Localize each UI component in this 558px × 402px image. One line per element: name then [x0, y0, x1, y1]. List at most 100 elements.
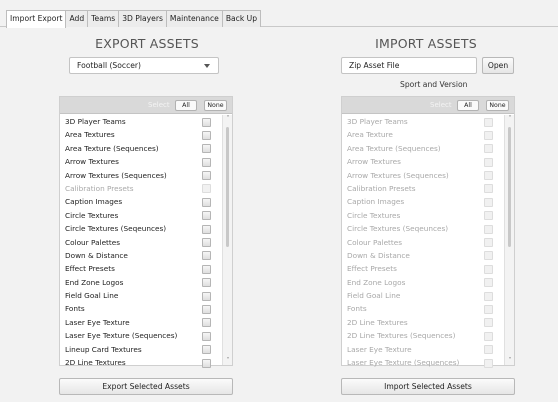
export-panel-header: Select All None [60, 97, 232, 114]
asset-label: Caption Images [347, 197, 405, 207]
export-list-item[interactable]: Circle Textures (Seqeunces) [60, 222, 222, 235]
asset-label: Down & Distance [347, 250, 410, 260]
scroll-down-icon[interactable]: ˅ [225, 358, 231, 364]
asset-checkbox[interactable] [202, 157, 211, 167]
export-select-none-button[interactable]: None [204, 100, 227, 111]
asset-checkbox[interactable] [202, 238, 211, 248]
asset-label: End Zone Logos [65, 277, 124, 287]
asset-checkbox [484, 117, 493, 127]
asset-checkbox [202, 184, 211, 194]
asset-checkbox[interactable] [202, 130, 211, 140]
asset-checkbox[interactable] [202, 358, 211, 368]
tab-teams[interactable]: Teams [87, 10, 120, 27]
tab-3d-players[interactable]: 3D Players [118, 10, 167, 27]
asset-checkbox[interactable] [202, 331, 211, 341]
import-list-item: Laser Eye Texture (Sequences) [342, 356, 504, 369]
asset-checkbox[interactable] [202, 224, 211, 234]
sport-dropdown[interactable]: Football (Soccer) [69, 57, 219, 74]
import-list-item: 2D Line Textures [342, 316, 504, 329]
import-list-item: Down & Distance [342, 249, 504, 262]
asset-label: Laser Eye Texture [347, 344, 412, 354]
export-list-item[interactable]: Fonts [60, 302, 222, 315]
export-list-item[interactable]: Caption Images [60, 195, 222, 208]
export-list-item[interactable]: Laser Eye Texture [60, 316, 222, 329]
scroll-up-icon[interactable]: ˄ [225, 116, 231, 122]
asset-checkbox[interactable] [202, 278, 211, 288]
export-list-item[interactable]: Area Texture (Sequences) [60, 142, 222, 155]
import-list-item: Area Texture (Sequences) [342, 142, 504, 155]
asset-checkbox[interactable] [202, 211, 211, 221]
asset-label: Laser Eye Texture (Sequences) [65, 331, 178, 341]
asset-label: Caption Images [65, 197, 123, 207]
asset-checkbox [484, 238, 493, 248]
asset-label: Laser Eye Texture (Sequences) [347, 358, 460, 368]
export-list-item[interactable]: Circle Textures [60, 209, 222, 222]
asset-label: Fonts [347, 304, 367, 314]
export-select-all-button[interactable]: All [175, 100, 197, 111]
export-list-item[interactable]: Effect Presets [60, 262, 222, 275]
import-scrollbar[interactable]: ˄ ˅ [504, 115, 514, 365]
import-list-item: Circle Textures [342, 209, 504, 222]
import-list-item: Arrow Textures (Sequences) [342, 169, 504, 182]
asset-checkbox [484, 184, 493, 194]
export-selected-button[interactable]: Export Selected Assets [59, 378, 233, 395]
asset-checkbox[interactable] [202, 197, 211, 207]
asset-checkbox[interactable] [202, 117, 211, 127]
asset-checkbox[interactable] [202, 144, 211, 154]
asset-checkbox [484, 144, 493, 154]
export-list-item[interactable]: Field Goal Line [60, 289, 222, 302]
import-select-all-button[interactable]: All [457, 100, 479, 111]
asset-label: Circle Textures [347, 210, 401, 220]
asset-checkbox[interactable] [202, 318, 211, 328]
import-select-none-button[interactable]: None [486, 100, 509, 111]
export-list-item[interactable]: 2D Line Textures [60, 356, 222, 369]
export-list-item[interactable]: 3D Player Teams [60, 115, 222, 128]
export-list-item[interactable]: Arrow Textures (Sequences) [60, 169, 222, 182]
asset-checkbox [484, 130, 493, 140]
asset-label: End Zone Logos [347, 277, 406, 287]
asset-checkbox [484, 197, 493, 207]
asset-checkbox [484, 224, 493, 234]
export-scrollbar[interactable]: ˄ ˅ [222, 115, 232, 365]
asset-label: Field Goal Line [65, 291, 119, 301]
export-list-item[interactable]: Laser Eye Texture (Sequences) [60, 329, 222, 342]
asset-label: 2D Line Textures (Sequences) [347, 331, 456, 341]
scroll-down-icon[interactable]: ˅ [507, 358, 513, 364]
tab-back-up[interactable]: Back Up [221, 10, 262, 27]
asset-checkbox [484, 251, 493, 261]
asset-checkbox[interactable] [202, 171, 211, 181]
zip-file-field[interactable]: Zip Asset File [341, 57, 477, 74]
asset-checkbox[interactable] [202, 345, 211, 355]
asset-checkbox[interactable] [202, 291, 211, 301]
import-list-item: Effect Presets [342, 262, 504, 275]
asset-label: Laser Eye Texture [65, 317, 130, 327]
tab-import-export[interactable]: Import Export [6, 10, 67, 28]
import-scroll-thumb[interactable] [508, 127, 511, 247]
export-scroll-thumb[interactable] [226, 127, 229, 247]
tab-maintenance[interactable]: Maintenance [165, 10, 223, 27]
import-list-item: Laser Eye Texture [342, 343, 504, 356]
scroll-up-icon[interactable]: ˄ [507, 116, 513, 122]
sport-version-label: Sport and Version [400, 80, 468, 89]
import-selected-button[interactable]: Import Selected Assets [341, 378, 515, 395]
asset-label: Arrow Textures [347, 157, 401, 167]
asset-checkbox[interactable] [202, 264, 211, 274]
export-list-item[interactable]: Area Textures [60, 128, 222, 141]
export-list-item[interactable]: Lineup Card Textures [60, 343, 222, 356]
tab-bar: Import Export Add Teams 3D Players Maint… [0, 0, 558, 28]
asset-checkbox [484, 171, 493, 181]
import-list-item: 3D Player Teams [342, 115, 504, 128]
export-list-item[interactable]: Colour Palettes [60, 236, 222, 249]
import-list-item: Area Texture [342, 128, 504, 141]
asset-checkbox[interactable] [202, 304, 211, 314]
asset-checkbox [484, 211, 493, 221]
export-list-item[interactable]: Down & Distance [60, 249, 222, 262]
asset-label: 2D Line Textures [65, 358, 126, 368]
open-button[interactable]: Open [482, 57, 514, 74]
asset-checkbox[interactable] [202, 251, 211, 261]
asset-label: Effect Presets [65, 264, 115, 274]
export-list-item[interactable]: End Zone Logos [60, 276, 222, 289]
export-list-item[interactable]: Arrow Textures [60, 155, 222, 168]
tab-add[interactable]: Add [65, 10, 89, 27]
asset-label: Arrow Textures (Sequences) [65, 170, 167, 180]
